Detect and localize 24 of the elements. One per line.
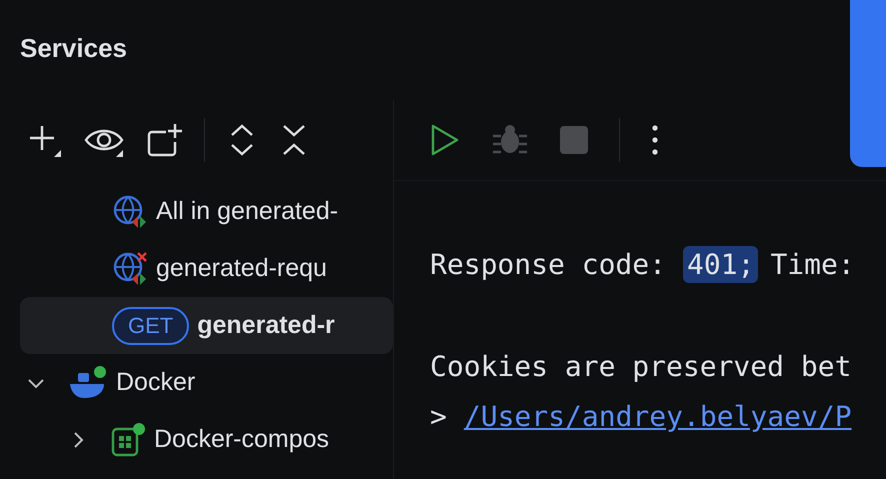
output-text: Response code: xyxy=(430,248,666,280)
tree-item[interactable]: Docker-compos xyxy=(20,411,393,468)
prompt-symbol: > xyxy=(430,400,447,432)
add-tab-icon[interactable] xyxy=(146,122,182,158)
globe-icon xyxy=(112,194,148,230)
run-icon[interactable] xyxy=(429,122,461,158)
grid-icon xyxy=(110,422,146,458)
tree-item[interactable]: All in generated- xyxy=(20,183,393,240)
file-path-link[interactable]: /Users/andrey.belyaev/P xyxy=(464,400,852,432)
status-code: 401; xyxy=(683,246,758,282)
item-label: generated-r xyxy=(197,311,335,340)
output-text: Time: xyxy=(770,248,855,280)
output-text: Cookies are preserved bet xyxy=(430,350,852,382)
whale-icon xyxy=(68,364,108,400)
tree-item[interactable]: generated-requ xyxy=(20,240,393,297)
item-label: Docker xyxy=(116,368,196,397)
globe-icon xyxy=(112,250,148,286)
panel-title: Services xyxy=(20,33,127,64)
item-label: Docker-compos xyxy=(154,425,330,454)
tree-item[interactable]: GET generated-r xyxy=(20,297,393,354)
tree-item[interactable]: Docker xyxy=(20,354,393,411)
item-label: All in generated- xyxy=(156,197,338,226)
item-label: generated-requ xyxy=(156,254,327,283)
method-badge: GET xyxy=(112,306,190,344)
